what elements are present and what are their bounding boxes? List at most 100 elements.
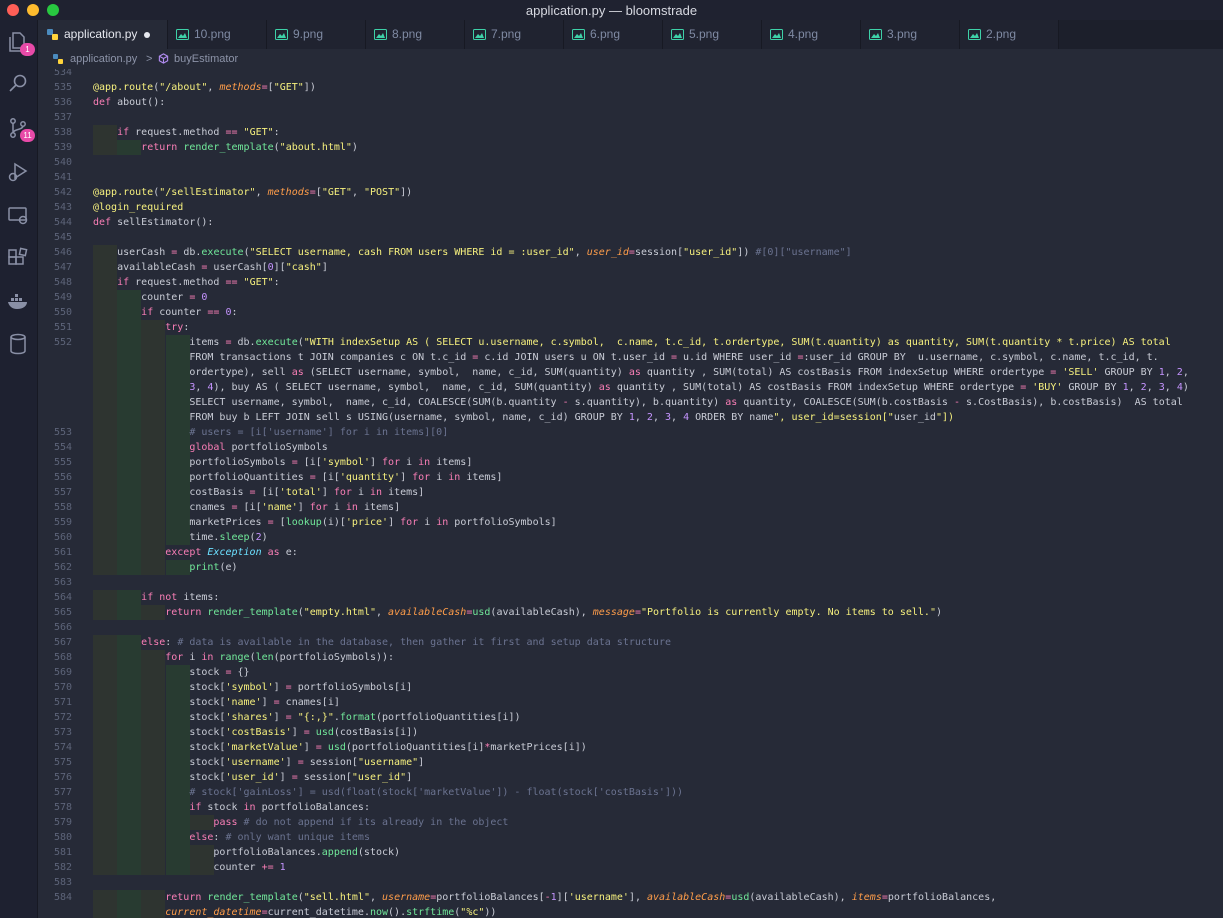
code-line[interactable]: 576 stock['user_id'] = session["user_id"… [38,770,1223,785]
source-control-badge: 11 [20,129,35,142]
code-line[interactable]: 566 [38,620,1223,635]
code-line[interactable]: 577 # stock['gainLoss'] = usd(float(stoc… [38,785,1223,800]
tab-application-py[interactable]: application.py [38,20,168,49]
code-line[interactable]: FROM transactions t JOIN companies c ON … [38,350,1223,365]
explorer-button[interactable]: 1 [6,30,35,56]
tab-4-png[interactable]: 4.png [762,20,861,49]
breadcrumb-symbol[interactable]: buyEstimator [174,53,238,65]
code-line[interactable]: 560 time.sleep(2) [38,530,1223,545]
code-text: print(e) [189,562,238,573]
code-line[interactable]: SELECT username, symbol, name, c_id, COA… [38,395,1223,410]
code-line[interactable]: 581 portfolioBalances.append(stock) [38,845,1223,860]
code-line[interactable]: 548 if request.method == "GET": [38,275,1223,290]
code-line[interactable]: 573 stock['costBasis'] = usd(costBasis[i… [38,725,1223,740]
code-line[interactable]: 542 @app.route("/sellEstimator", methods=… [38,185,1223,200]
code-line[interactable]: 568 for i in range(len(portfolioSymbols)… [38,650,1223,665]
code-text: return render_template("empty.html", ava… [165,607,943,618]
remote-explorer-button[interactable] [6,203,30,227]
code-line[interactable]: 584 return render_template("sell.html", … [38,890,1223,905]
code-line[interactable]: current_datetime=current_datetime.now().… [38,905,1223,918]
code-line[interactable]: 536 def about(): [38,95,1223,110]
code-line[interactable]: 582 counter += 1 [38,860,1223,875]
code-line[interactable]: 583 [38,875,1223,890]
line-number: 574 [53,742,72,753]
code-line[interactable]: 562 print(e) [38,560,1223,575]
tab-6-png[interactable]: 6.png [564,20,663,49]
code-line[interactable]: 553 # users = [i['username'] for i in it… [38,425,1223,440]
image-file-icon [869,29,882,40]
code-line[interactable]: 535 @app.route("/about", methods=["GET"]) [38,80,1223,95]
image-file-icon [176,29,189,40]
code-line[interactable]: ordertype), sell as (SELECT username, sy… [38,365,1223,380]
code-line[interactable]: 571 stock['name'] = cnames[i] [38,695,1223,710]
code-line[interactable]: 544 def sellEstimator(): [38,215,1223,230]
code-line[interactable]: 546 userCash = db.execute("SELECT userna… [38,245,1223,260]
title-bar: application.py — bloomstrade [0,0,1223,21]
line-number: 555 [53,457,72,468]
line-number: 563 [53,577,72,588]
code-line[interactable]: 567 else: # data is available in the dat… [38,635,1223,650]
code-line[interactable]: 550 if counter == 0: [38,305,1223,320]
code-line[interactable]: 564 if not items: [38,590,1223,605]
code-text: stock['marketValue'] = usd(portfolioQuan… [93,742,587,753]
run-debug-button[interactable] [6,160,30,184]
code-line[interactable]: 578 if stock in portfolioBalances: [38,800,1223,815]
line-number: 541 [53,172,72,183]
code-line[interactable]: 556 portfolioQuantities = [i['quantity']… [38,470,1223,485]
line-number: 552 [53,337,72,348]
code-line[interactable]: 3, 4), buy AS ( SELECT username, symbol,… [38,380,1223,395]
code-line[interactable]: 574 stock['marketValue'] = usd(portfolio… [38,740,1223,755]
code-text: costBasis = [i['total'] for i in items] [93,487,425,498]
code-editor[interactable]: 534 535 @app.route("/about", methods=["GET… [38,69,1223,918]
code-line[interactable]: FROM buy b LEFT JOIN sell s USING(userna… [38,410,1223,425]
code-line[interactable]: 558 cnames = [i['name'] for i in items] [38,500,1223,515]
tab-8-png[interactable]: 8.png [366,20,465,49]
line-number: 545 [53,232,72,243]
code-line[interactable]: 551 try: [38,320,1223,335]
tab-10-png[interactable]: 10.png [168,20,267,49]
tab-7-png[interactable]: 7.png [465,20,564,49]
code-line[interactable]: 540 [38,155,1223,170]
code-line[interactable]: 543 @login_required [38,200,1223,215]
code-line[interactable]: 552 items = db.execute("WITH indexSetup … [38,335,1223,350]
tab-2-png[interactable]: 2.png [960,20,1059,49]
code-line[interactable]: 569 stock = {} [38,665,1223,680]
extensions-button[interactable] [6,246,30,270]
code-line[interactable]: 554 global portfolioSymbols [38,440,1223,455]
code-line[interactable]: 539 return render_template("about.html") [38,140,1223,155]
code-line[interactable]: 538 if request.method == "GET": [38,125,1223,140]
image-file-icon [473,29,486,40]
code-line[interactable]: 580 else: # only want unique items [38,830,1223,845]
code-line[interactable]: 570 stock['symbol'] = portfolioSymbols[i… [38,680,1223,695]
code-line[interactable]: 541 [38,170,1223,185]
code-line[interactable]: 557 costBasis = [i['total'] for i in ite… [38,485,1223,500]
code-line[interactable]: 559 marketPrices = [lookup(i)['price'] f… [38,515,1223,530]
code-text: if counter == 0: [141,307,238,318]
code-line[interactable]: 545 [38,230,1223,245]
code-line[interactable]: 565 return render_template("empty.html",… [38,605,1223,620]
tab-9-png[interactable]: 9.png [267,20,366,49]
search-button[interactable] [6,72,30,96]
source-control-button[interactable]: 11 [6,116,35,142]
code-line[interactable]: 561 except Exception as e: [38,545,1223,560]
code-text: items = db.execute("WITH indexSetup AS (… [93,337,1171,348]
code-line[interactable]: 572 stock['shares'] = "{:,}".format(port… [38,710,1223,725]
code-text: except Exception as e: [165,547,298,558]
code-line[interactable]: 547 availableCash = userCash[0]["cash"] [38,260,1223,275]
breadcrumb-file[interactable]: application.py [70,53,137,65]
code-line[interactable]: 537 [38,110,1223,125]
code-text: FROM transactions t JOIN companies c ON … [93,352,1159,363]
code-line[interactable]: 534 [38,69,1223,80]
code-line[interactable]: 555 portfolioSymbols = [i['symbol'] for … [38,455,1223,470]
code-line[interactable]: 579 pass # do not append if its already … [38,815,1223,830]
line-number: 540 [53,157,72,168]
code-text: portfolioQuantities = [i['quantity'] for… [93,472,503,483]
tab-3-png[interactable]: 3.png [861,20,960,49]
tab-5-png[interactable]: 5.png [663,20,762,49]
code-line[interactable]: 575 stock['username'] = session["usernam… [38,755,1223,770]
docker-button[interactable] [6,289,30,313]
code-text: portfolioSymbols = [i['symbol'] for i in… [93,457,473,468]
code-line[interactable]: 563 [38,575,1223,590]
database-button[interactable] [6,332,30,356]
code-line[interactable]: 549 counter = 0 [38,290,1223,305]
